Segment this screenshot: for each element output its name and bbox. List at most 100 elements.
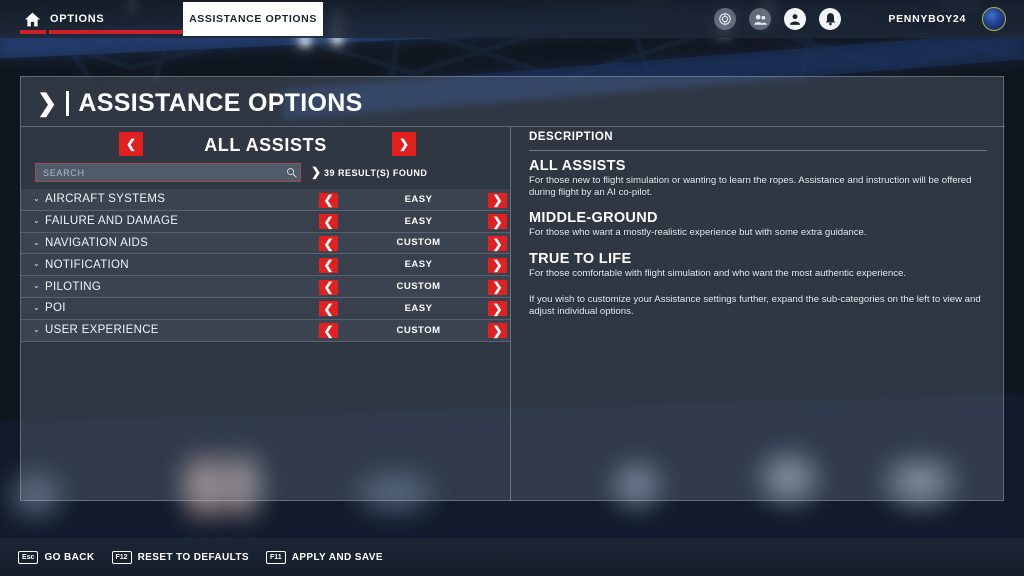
magnifier-glyph [286,168,297,178]
row-label: POI [45,302,66,315]
description-heading: TRUE TO LIFE [529,250,632,267]
tab-assistance-options[interactable]: ASSISTANCE OPTIONS [183,2,323,36]
row-next-glyph: ❯ [492,214,503,229]
row-prev-button[interactable]: ❮ [319,279,338,295]
hint-apply-and-save[interactable]: F11 APPLY AND SAVE [266,550,383,564]
row-label: USER EXPERIENCE [45,324,159,337]
avatar[interactable] [982,7,1006,31]
row-next-glyph: ❯ [492,280,503,295]
keycap: F11 [266,550,286,564]
marketplace-icon[interactable] [714,8,736,30]
page-title: ❯ ASSISTANCE OPTIONS [37,89,363,118]
row-next-glyph: ❯ [492,193,503,207]
row-value: CUSTOM [396,324,441,336]
home-icon[interactable] [22,11,42,27]
expand-caret-icon[interactable]: ⌄ [33,260,40,268]
expand-caret-icon[interactable]: ⌄ [33,216,40,225]
category-next-glyph: ❯ [398,137,410,151]
table-row[interactable]: ⌄ PILOTING ❮ CUSTOM ❯ [21,276,510,298]
row-next-button[interactable]: ❯ [488,279,507,295]
row-prev-button[interactable]: ❮ [319,323,338,339]
row-prev-glyph: ❮ [323,193,334,207]
assists-list-column: ❮ ALL ASSISTS ❯ ❯ 39 RESULT(S) FOUND ⌄ AI… [21,127,510,501]
row-prev-glyph: ❮ [323,258,334,273]
assists-rows: ⌄ AIRCRAFT SYSTEMS ❮ EASY ❯ ⌄ FAILURE AND DAMA… [21,189,510,342]
top-navigation-bar: OPTIONS ASSISTANCE OPTIONS PENNYBOY24 [0,0,1024,38]
row-prev-button[interactable]: ❮ [319,214,338,230]
hint-reset-to-defaults[interactable]: F12 RESET TO DEFAULTS [111,550,250,564]
table-row[interactable]: ⌄ USER EXPERIENCE ❮ CUSTOM ❯ [21,319,510,342]
table-row[interactable]: ⌄ FAILURE AND DAMAGE ❮ EASY ❯ [21,210,510,233]
description-column: DESCRIPTION ALL ASSISTS For those new to … [511,127,1005,501]
description-rule [529,150,987,151]
title-divider [66,91,70,116]
table-row[interactable]: ⌄ AIRCRAFT SYSTEMS ❮ EASY ❯ [21,189,510,211]
row-next-button[interactable]: ❯ [488,214,507,230]
home-active-underline [20,30,46,34]
expand-caret-icon[interactable]: ⌄ [33,325,40,334]
row-value: EASY [404,193,433,205]
row-next-button[interactable]: ❯ [488,257,507,273]
keycap: F12 [111,550,132,564]
hint-label: GO BACK [44,551,95,563]
row-label: NOTIFICATION [45,258,129,271]
search-row: ❯ 39 RESULT(S) FOUND [21,163,510,183]
row-next-button[interactable]: ❯ [488,323,507,339]
row-next-button[interactable]: ❯ [488,301,507,317]
hint-label: APPLY AND SAVE [291,551,383,563]
table-row[interactable]: ⌄ NAVIGATION AIDS ❮ CUSTOM ❯ [21,232,510,255]
description-note: If you wish to customize your Assistance… [529,293,981,318]
row-label: NAVIGATION AIDS [45,236,149,249]
row-prev-glyph: ❮ [323,301,334,316]
friends-icon[interactable] [749,8,771,30]
results-count-label: 39 RESULT(S) FOUND [324,168,428,178]
options-active-underline [49,30,187,34]
home-glyph [24,12,40,26]
row-value: CUSTOM [396,237,441,249]
title-chevron-icon: ❯ [37,89,58,117]
expand-caret-icon[interactable]: ⌄ [33,195,40,203]
bottom-hint-bar: Esc GO BACK F12 RESET TO DEFAULTS F11 APPLY A… [0,538,1024,576]
tab-options-label: OPTIONS [50,13,105,25]
hint-go-back[interactable]: Esc GO BACK [18,550,95,564]
expand-caret-icon[interactable]: ⌄ [33,238,40,247]
category-next-button[interactable]: ❯ [392,132,416,156]
expand-caret-icon[interactable]: ⌄ [33,282,40,290]
search-input[interactable] [36,167,282,178]
category-title: ALL ASSISTS [204,134,327,155]
search-box[interactable] [35,163,301,182]
expand-caret-icon[interactable]: ⌄ [33,303,40,312]
row-label: FAILURE AND DAMAGE [45,215,179,228]
row-next-glyph: ❯ [492,258,503,273]
friends-glyph [753,14,767,25]
row-next-glyph: ❯ [492,236,503,251]
notifications-icon[interactable] [819,8,841,30]
table-row[interactable]: ⌄ NOTIFICATION ❮ EASY ❯ [21,254,510,277]
marketplace-glyph [719,13,731,25]
row-next-glyph: ❯ [492,323,503,338]
table-row[interactable]: ⌄ POI ❮ EASY ❯ [21,297,510,320]
description-text: For those new to flight simulation or wa… [529,175,972,199]
row-value: EASY [404,259,433,271]
row-next-button[interactable]: ❯ [488,236,507,252]
row-label: AIRCRAFT SYSTEMS [45,193,166,206]
row-prev-button[interactable]: ❮ [319,236,338,252]
row-prev-button[interactable]: ❮ [319,301,338,317]
profile-glyph [790,14,800,25]
row-prev-button[interactable]: ❮ [319,257,338,273]
row-next-button[interactable]: ❯ [488,192,507,208]
tab-options[interactable]: OPTIONS [50,9,104,29]
row-next-glyph: ❯ [492,301,503,316]
description-text: For those comfortable with flight simula… [529,267,907,279]
description-title: DESCRIPTION [529,131,614,143]
description-text: For those who want a mostly-realistic ex… [529,227,867,239]
description-body: ALL ASSISTS For those new to flight simul… [529,158,993,318]
category-selector: ❮ ALL ASSISTS ❯ [21,130,510,160]
username-label: PENNYBOY24 [888,13,966,25]
assistance-options-panel: ❯ ASSISTANCE OPTIONS ❮ ALL ASSISTS ❯ SEA… [20,76,1005,501]
search-icon[interactable] [282,167,300,178]
row-prev-button[interactable]: ❮ [319,192,338,208]
row-prev-glyph: ❮ [323,323,334,338]
row-prev-glyph: ❮ [323,236,334,251]
profile-icon[interactable] [784,8,806,30]
